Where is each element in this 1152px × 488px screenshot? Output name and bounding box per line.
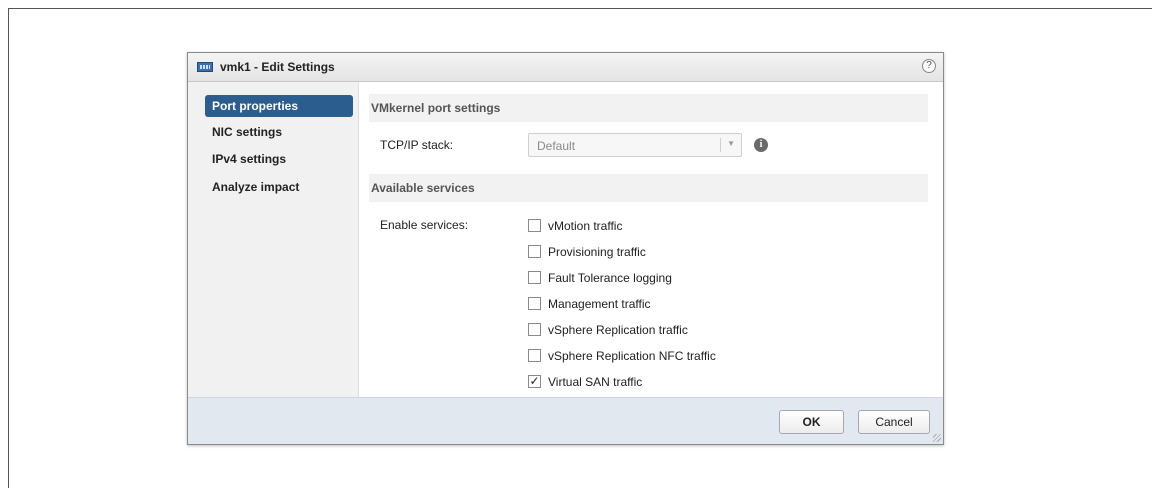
tcpip-stack-label: TCP/IP stack: (380, 138, 454, 152)
select-divider (720, 138, 721, 152)
checkbox-label: Fault Tolerance logging (548, 271, 672, 285)
checkbox-label: Virtual SAN traffic (548, 375, 643, 389)
ok-button[interactable]: OK (779, 410, 844, 434)
checkbox-fault-tolerance[interactable] (528, 271, 541, 284)
dialog-title: vmk1 - Edit Settings (220, 60, 335, 74)
checkbox-vsphere-replication[interactable] (528, 323, 541, 336)
checkbox-label: vSphere Replication NFC traffic (548, 349, 716, 363)
checkmark-icon: ✓ (529, 374, 540, 388)
checkbox-virtual-san[interactable]: ✓ (528, 375, 541, 388)
dialog-titlebar[interactable]: vmk1 - Edit Settings ? (188, 53, 943, 82)
section-header-vmkernel: VMkernel port settings (369, 94, 928, 122)
sidebar-item-analyze-impact[interactable]: Analyze impact (205, 176, 353, 198)
sidebar-item-port-properties[interactable]: Port properties (205, 95, 353, 117)
resize-grip-icon[interactable] (933, 434, 941, 442)
sidebar-item-ipv4-settings[interactable]: IPv4 settings (205, 148, 353, 170)
checkbox-label: Provisioning traffic (548, 245, 646, 259)
checkbox-label: Management traffic (548, 297, 651, 311)
checkbox-vmotion[interactable] (528, 219, 541, 232)
help-icon[interactable]: ? (922, 59, 936, 73)
checkbox-label: vMotion traffic (548, 219, 623, 233)
checkbox-provisioning[interactable] (528, 245, 541, 258)
checkbox-management[interactable] (528, 297, 541, 310)
sidebar: Port properties NIC settings IPv4 settin… (188, 82, 359, 400)
cancel-button[interactable]: Cancel (858, 410, 930, 434)
sidebar-item-nic-settings[interactable]: NIC settings (205, 121, 353, 143)
tcpip-stack-select[interactable]: Default ▼ (528, 133, 742, 157)
tcpip-stack-value: Default (537, 139, 576, 153)
info-icon[interactable]: i (754, 138, 768, 152)
dialog-footer: OK Cancel (188, 397, 943, 444)
checkbox-label: vSphere Replication traffic (548, 323, 688, 337)
enable-services-label: Enable services: (380, 218, 469, 232)
chevron-down-icon: ▼ (727, 139, 735, 148)
edit-settings-dialog: vmk1 - Edit Settings ? Port properties N… (187, 52, 944, 445)
checkbox-vsphere-replication-nfc[interactable] (528, 349, 541, 362)
content-pane: VMkernel port settings TCP/IP stack: Def… (359, 82, 943, 400)
section-header-services: Available services (369, 174, 928, 202)
network-adapter-icon (197, 62, 213, 72)
